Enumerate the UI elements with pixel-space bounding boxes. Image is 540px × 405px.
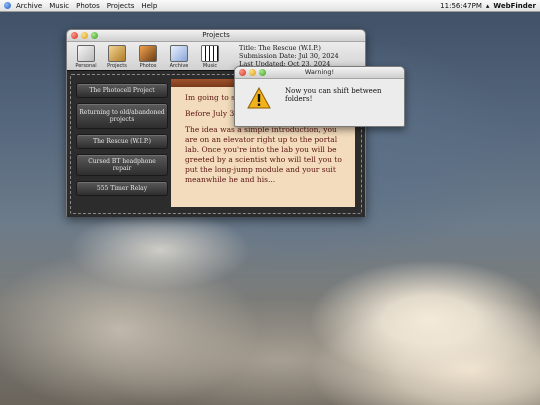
menu-archive[interactable]: Archive <box>16 2 42 10</box>
personal-icon <box>77 45 95 62</box>
menu-music[interactable]: Music <box>49 2 69 10</box>
warning-message: Now you can shift between folders! <box>285 87 382 103</box>
warning-titlebar[interactable]: Warning! <box>235 67 404 79</box>
project-sidebar: The Photocell Project Returning to old/a… <box>76 83 168 196</box>
sidebar-item-headphone[interactable]: Cursed BT headphone repair <box>76 154 168 176</box>
toolbar-label: Music <box>202 63 218 69</box>
menu-status: 11:56:47PM ▴ WebFinder <box>440 2 536 10</box>
projects-titlebar[interactable]: Projects <box>67 30 365 42</box>
project-title: Title: The Rescue (W.I.P.) <box>239 44 321 52</box>
apple-icon[interactable] <box>4 2 11 9</box>
toolbar-projects[interactable]: Projects <box>103 43 131 69</box>
app-name[interactable]: WebFinder <box>493 2 536 10</box>
sidebar-item-photocell[interactable]: The Photocell Project <box>76 83 168 98</box>
warning-icon <box>247 87 271 109</box>
archive-icon <box>170 45 188 62</box>
toolbar-label: Photos <box>139 63 157 69</box>
zoom-button[interactable] <box>259 69 266 76</box>
submission-date: Submission Date: Jul 30, 2024 <box>239 52 339 60</box>
menu-projects[interactable]: Projects <box>107 2 135 10</box>
toolbar-label: Projects <box>107 63 127 69</box>
window-controls <box>71 32 98 39</box>
toolbar-archive[interactable]: Archive <box>165 43 193 69</box>
menu-help[interactable]: Help <box>141 2 157 10</box>
close-button[interactable] <box>239 69 246 76</box>
close-button[interactable] <box>71 32 78 39</box>
projects-icon <box>108 45 126 62</box>
sidebar-item-555-timer[interactable]: 555 Timer Relay <box>76 181 168 196</box>
window-title: Projects <box>202 31 230 39</box>
photos-icon <box>139 45 157 62</box>
content-body: The idea was a simple introduction, you … <box>185 125 342 184</box>
sidebar-item-returning[interactable]: Returning to old/abandoned projects <box>76 103 168 129</box>
menu-bar: Archive Music Photos Projects Help 11:56… <box>0 0 540 12</box>
warning-controls <box>239 69 266 76</box>
finder-icon: ▴ <box>485 1 490 10</box>
toolbar-label: Personal <box>75 63 97 69</box>
warning-dialog: Warning! Now you can shift between folde… <box>234 66 405 127</box>
sidebar-item-rescue[interactable]: The Rescue (W.I.P.) <box>76 134 168 149</box>
toolbar-music[interactable]: Music <box>196 43 224 69</box>
menu-photos[interactable]: Photos <box>76 2 100 10</box>
minimize-button[interactable] <box>249 69 256 76</box>
toolbar-label: Archive <box>169 63 189 69</box>
minimize-button[interactable] <box>81 32 88 39</box>
warning-title: Warning! <box>304 68 335 76</box>
toolbar-photos[interactable]: Photos <box>134 43 162 69</box>
clock: 11:56:47PM <box>440 1 482 10</box>
music-icon <box>201 45 219 62</box>
toolbar-personal[interactable]: Personal <box>72 43 100 69</box>
zoom-button[interactable] <box>91 32 98 39</box>
project-info: Title: The Rescue (W.I.P.) Submission Da… <box>239 44 339 68</box>
